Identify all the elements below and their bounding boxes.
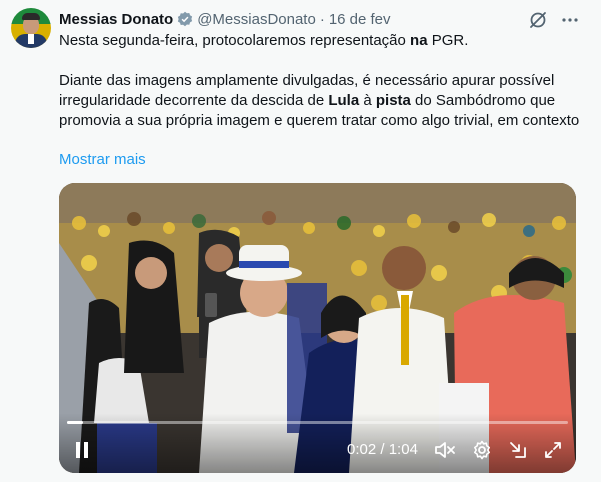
pause-icon xyxy=(76,442,88,458)
text-bold-segment: na xyxy=(410,32,428,49)
mute-button[interactable] xyxy=(433,439,457,461)
dock-button[interactable] xyxy=(506,439,530,461)
author-name[interactable]: Messias Donato xyxy=(59,11,173,28)
more-options-icon[interactable] xyxy=(560,10,580,30)
avatar-collar xyxy=(28,34,34,44)
tweet-text: Nesta segunda-feira, protocolaremos repr… xyxy=(59,31,584,131)
pause-button[interactable] xyxy=(71,439,93,461)
text-bold-segment: pista xyxy=(375,92,411,109)
time-separator: / xyxy=(376,441,389,458)
grok-icon[interactable] xyxy=(528,10,548,30)
volume-muted-icon xyxy=(435,442,455,458)
avatar-hair xyxy=(22,13,40,20)
text-segment: Nesta segunda-feira, protocolaremos repr… xyxy=(59,32,411,49)
current-time: 0:02 xyxy=(347,441,377,458)
tweet-line-1: Nesta segunda-feira, protocolaremos repr… xyxy=(59,31,584,51)
text-bold-segment: Lula xyxy=(328,92,360,109)
tweet-date[interactable]: 16 de fev xyxy=(329,11,391,28)
author-handle[interactable]: @MessiasDonato xyxy=(197,11,316,28)
fullscreen-button[interactable] xyxy=(541,439,565,461)
text-segment: à xyxy=(359,92,376,109)
tweet-paragraph-2: Diante das imagens amplamente divulgadas… xyxy=(59,71,584,131)
video-progress-fill xyxy=(67,421,83,424)
verified-badge-icon xyxy=(178,11,193,27)
dock-icon xyxy=(510,442,526,458)
header-separator: · xyxy=(319,10,325,28)
video-timecode: 0:02 / 1:04 xyxy=(347,441,418,458)
author-avatar[interactable] xyxy=(11,8,51,48)
tweet-header: Messias Donato @MessiasDonato · 16 de fe… xyxy=(59,9,391,29)
text-segment: PGR. xyxy=(427,32,469,49)
video-progress-bar[interactable] xyxy=(67,421,568,424)
fullscreen-icon xyxy=(545,442,561,458)
settings-button[interactable] xyxy=(470,439,494,461)
video-duration: 1:04 xyxy=(388,441,418,458)
show-more-link[interactable]: Mostrar mais xyxy=(59,151,146,168)
settings-icon xyxy=(474,440,490,460)
video-player[interactable]: 0:02 / 1:04 xyxy=(59,183,576,473)
